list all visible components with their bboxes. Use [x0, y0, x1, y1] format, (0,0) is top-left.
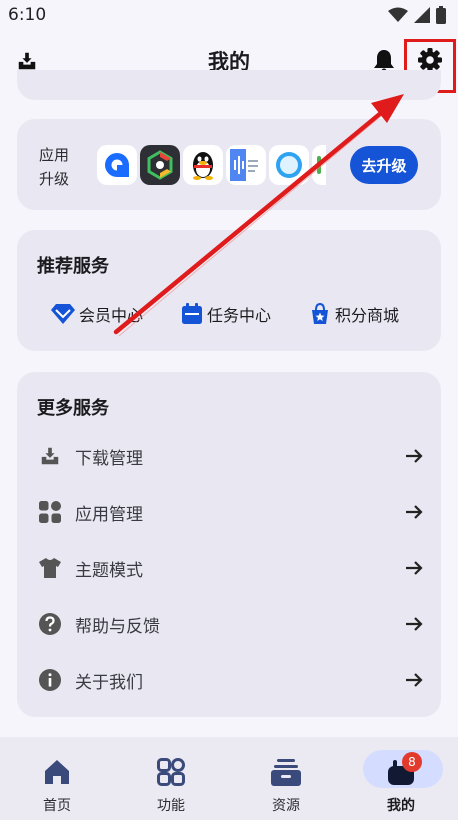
calendar-icon [182, 303, 202, 324]
arrow-right-icon [406, 505, 423, 519]
bubble-app-icon [276, 152, 302, 178]
nav-resource-label: 资源 [272, 798, 300, 814]
theme-mode-item[interactable]: 主题模式 [37, 548, 425, 588]
member-center-link[interactable]: 会员中心 [51, 302, 143, 326]
download-manager-label: 下载管理 [75, 448, 143, 469]
more-services-card: 更多服务 下载管理 应用管理 主题模式 帮助与反馈 关于我们 [17, 372, 441, 717]
download-manager-item[interactable]: 下载管理 [37, 436, 425, 476]
circle-app-icon [105, 153, 129, 177]
task-center-label: 任务中心 [207, 306, 272, 325]
app-manager-label: 应用管理 [75, 504, 143, 525]
status-time: 6:10 [8, 5, 47, 25]
more-title: 更多服务 [37, 398, 109, 419]
bottom-navigation: 首页 功能 资源 我的 8 [0, 737, 458, 820]
partial-app-icon [317, 156, 321, 174]
arrow-right-icon [406, 617, 423, 631]
task-center-link[interactable]: 任务中心 [181, 302, 271, 326]
notification-badge: 8 [402, 752, 422, 772]
app-icon-3[interactable] [183, 145, 223, 185]
member-center-label: 会员中心 [79, 306, 144, 325]
nav-function[interactable]: 功能 [114, 737, 228, 820]
penguin-app-icon [193, 152, 213, 180]
help-feedback-label: 帮助与反馈 [75, 616, 160, 637]
scrolled-card [17, 70, 441, 100]
arrow-right-icon [406, 673, 423, 687]
nav-profile-label: 我的 [387, 798, 415, 814]
arrow-right-icon [406, 561, 423, 575]
points-mall-link[interactable]: 积分商城 [309, 302, 399, 326]
upgrade-button[interactable]: 去升级 [350, 146, 418, 184]
tshirt-icon [39, 558, 61, 578]
about-us-item[interactable]: 关于我们 [37, 660, 425, 700]
app-upgrade-card: 应用 升级 去升级 [17, 119, 441, 210]
app-icon-2[interactable] [140, 145, 180, 185]
function-icon [157, 758, 185, 786]
recommend-services-card: 推荐服务 会员中心 任务中心 积分商城 [17, 230, 441, 351]
help-feedback-item[interactable]: 帮助与反馈 [37, 604, 425, 644]
upgrade-label: 应用 升级 [39, 146, 70, 188]
nav-home[interactable]: 首页 [0, 737, 114, 820]
shop-star-icon [312, 303, 328, 324]
wifi-icon [388, 7, 408, 22]
app-icon-5[interactable] [269, 145, 309, 185]
voice-notes-app-icon [230, 149, 258, 181]
home-icon [45, 760, 69, 784]
apps-grid-icon [39, 501, 61, 523]
app-icon-4[interactable] [226, 145, 266, 185]
diamond-icon [51, 304, 75, 324]
arrow-right-icon [406, 449, 423, 463]
nav-function-label: 功能 [157, 798, 185, 814]
help-icon [39, 613, 61, 635]
info-icon [39, 669, 61, 691]
recommend-title: 推荐服务 [37, 256, 109, 277]
battery-icon [436, 6, 446, 24]
hexagon-app-icon [147, 150, 173, 180]
points-mall-label: 积分商城 [335, 306, 400, 325]
status-bar: 6:10 [0, 0, 458, 30]
signal-icon [414, 7, 430, 23]
about-us-label: 关于我们 [75, 672, 143, 693]
resource-icon [271, 759, 301, 786]
app-icon-1[interactable] [97, 145, 137, 185]
download-tray-icon [41, 447, 59, 465]
app-icon-6[interactable] [312, 145, 326, 185]
nav-home-label: 首页 [43, 798, 71, 814]
theme-mode-label: 主题模式 [75, 560, 143, 581]
nav-resource[interactable]: 资源 [229, 737, 343, 820]
app-manager-item[interactable]: 应用管理 [37, 492, 425, 532]
nav-profile[interactable]: 我的 [344, 737, 458, 820]
